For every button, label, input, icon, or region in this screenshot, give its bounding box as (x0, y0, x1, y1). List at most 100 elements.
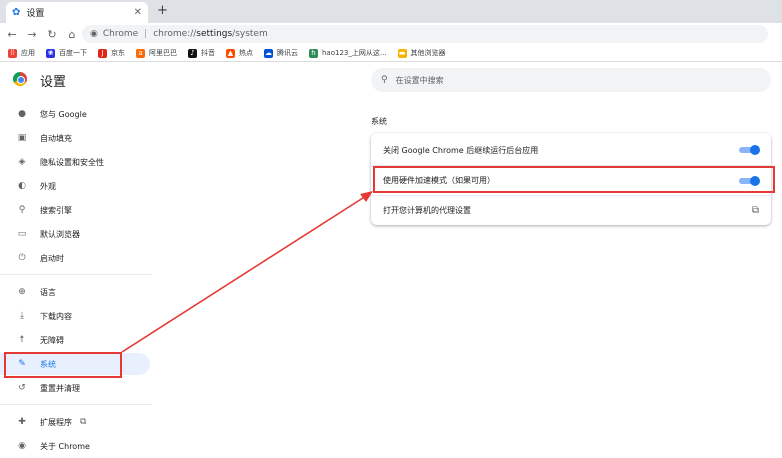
shield-icon: ◈ (18, 157, 26, 167)
reset-icon: ↺ (18, 383, 26, 393)
url-text: chrome://settings/system (153, 29, 268, 39)
close-icon[interactable]: ✕ (134, 7, 142, 18)
highlight-box-system (4, 352, 122, 378)
sidebar-item-autofill[interactable]: ▣ 自动填充 (0, 127, 150, 149)
sidebar-item-label: 扩展程序 (40, 417, 72, 427)
toolbar: ← → ↻ ⌂ ◉ Chrome | chrome://settings/sys… (0, 23, 782, 45)
sidebar-item-extensions[interactable]: ✚ 扩展程序 ⧉ (0, 411, 150, 433)
background-apps-toggle[interactable] (739, 145, 760, 155)
proxy-settings-row[interactable]: 打开您计算机的代理设置 ⧉ (371, 195, 771, 225)
sidebar-item-default-browser[interactable]: ▭ 默认浏览器 (0, 223, 150, 245)
power-icon: ⏻ (18, 253, 26, 263)
person-icon: ● (18, 109, 26, 119)
url-suffix: /system (232, 29, 268, 39)
jd-icon: J (98, 48, 107, 58)
sidebar-item-on-startup[interactable]: ⏻ 启动时 (0, 247, 150, 269)
settings-search-input[interactable]: ⚲ 在设置中搜索 (371, 68, 771, 92)
bookmark-label: 其他浏览器 (410, 49, 446, 57)
bookmark-label: 京东 (111, 49, 125, 57)
address-bar[interactable]: ◉ Chrome | chrome://settings/system (82, 25, 768, 43)
url-path: settings (196, 29, 233, 39)
clipboard-icon: ▣ (17, 133, 27, 143)
sidebar-item-label: 默认浏览器 (40, 229, 80, 239)
bookmark-alibaba[interactable]: a 阿里巴巴 (136, 48, 177, 58)
open-external-icon: ⧉ (80, 417, 87, 427)
sidebar-item-label: 您与 Google (40, 109, 87, 119)
chrome-icon: ◉ (90, 29, 98, 39)
tab-settings[interactable]: ✿ 设置 ✕ (6, 2, 148, 23)
background-apps-row[interactable]: 关闭 Google Chrome 后继续运行后台应用 (371, 135, 771, 165)
toggle-knob (750, 145, 760, 155)
apps-icon: ⠿ (8, 48, 17, 58)
sidebar-item-label: 无障碍 (40, 335, 64, 345)
tab-strip: ✿ 设置 ✕ + (0, 0, 782, 23)
section-title: 系统 (371, 117, 387, 126)
sidebar-item-label: 下载内容 (40, 311, 72, 321)
flame-icon: ▲ (226, 48, 235, 58)
bookmark-label: 热点 (239, 49, 253, 57)
sidebar-item-languages[interactable]: ⊕ 语言 (0, 281, 150, 303)
bookmark-label: 阿里巴巴 (149, 49, 177, 57)
sidebar-divider (0, 404, 152, 405)
bookmarks-bar: ⠿ 应用 ❀ 百度一下 J 京东 a 阿里巴巴 ♪ 抖音 ▲ 热点 ☁ 腾讯云 h hao123… (0, 45, 782, 62)
bookmark-label: hao123_上网从这... (322, 49, 387, 57)
folder-icon: ▬ (397, 48, 407, 58)
bookmark-apps[interactable]: ⠿ 应用 (8, 48, 35, 58)
download-icon: ⤓ (20, 311, 24, 321)
site-label: Chrome (102, 29, 139, 39)
douyin-icon: ♪ (188, 48, 197, 58)
sidebar-item-label: 隐私设置和安全性 (40, 157, 104, 167)
search-icon: ⚲ (18, 205, 26, 215)
browser-icon: ▭ (17, 229, 27, 239)
sidebar-item-label: 启动时 (40, 253, 64, 263)
bookmark-label: 百度一下 (59, 49, 87, 57)
bookmark-folder-other[interactable]: ▬ 其他浏览器 (397, 48, 446, 58)
home-icon[interactable]: ⌂ (64, 28, 80, 41)
sidebar-item-label: 语言 (40, 287, 56, 297)
back-icon[interactable]: ← (4, 28, 20, 41)
bookmark-hao123[interactable]: h hao123_上网从这... (309, 48, 387, 58)
new-tab-button[interactable]: + (157, 3, 168, 18)
sidebar-item-label: 自动填充 (40, 133, 72, 143)
bookmark-baidu[interactable]: ❀ 百度一下 (46, 48, 87, 58)
open-external-icon[interactable]: ⧉ (752, 205, 759, 216)
sidebar-item-label: 搜索引擎 (40, 205, 72, 215)
sidebar-item-label: 关于 Chrome (40, 441, 90, 451)
search-placeholder: 在设置中搜索 (395, 75, 444, 85)
sidebar-item-accessibility[interactable]: ☨ 无障碍 (0, 329, 150, 351)
chrome-logo-icon (13, 72, 27, 86)
bookmark-label: 抖音 (201, 49, 215, 57)
alibaba-icon: a (136, 48, 145, 58)
bookmark-jd[interactable]: J 京东 (98, 48, 125, 58)
sidebar-item-about-chrome[interactable]: ◉ 关于 Chrome (0, 435, 150, 457)
sidebar-item-downloads[interactable]: ⤓ 下载内容 (0, 305, 150, 327)
gear-icon: ✿ (12, 7, 21, 18)
reload-icon[interactable]: ↻ (44, 28, 60, 41)
row-label: 打开您计算机的代理设置 (383, 206, 471, 215)
sidebar-item-search-engine[interactable]: ⚲ 搜索引擎 (0, 199, 150, 221)
bookmark-tencent-cloud[interactable]: ☁ 腾讯云 (264, 48, 298, 58)
sidebar-item-you-and-google[interactable]: ● 您与 Google (0, 103, 150, 125)
bookmark-douyin[interactable]: ♪ 抖音 (188, 48, 215, 58)
page-title: 设置 (40, 75, 67, 90)
puzzle-icon: ✚ (18, 417, 26, 427)
accessibility-icon: ☨ (19, 335, 25, 345)
settings-header: 设置 ⚲ 在设置中搜索 (0, 62, 782, 96)
highlight-box-hardware-acceleration (373, 166, 775, 193)
cloud-icon: ☁ (264, 48, 273, 58)
sidebar-item-appearance[interactable]: ◐ 外观 (0, 175, 150, 197)
hao123-icon: h (309, 48, 318, 58)
url-prefix: chrome:// (153, 29, 197, 39)
bookmark-label: 腾讯云 (277, 49, 298, 57)
sidebar-item-reset[interactable]: ↺ 重置并清理 (0, 377, 150, 399)
sidebar-item-label: 重置并清理 (40, 383, 80, 393)
sidebar-item-label: 外观 (40, 181, 56, 191)
bookmark-hot[interactable]: ▲ 热点 (226, 48, 253, 58)
search-icon: ⚲ (381, 75, 388, 85)
sidebar-item-privacy[interactable]: ◈ 隐私设置和安全性 (0, 151, 150, 173)
forward-icon[interactable]: → (24, 28, 40, 41)
sidebar-divider (0, 274, 152, 275)
chrome-icon: ◉ (18, 441, 26, 451)
row-label: 关闭 Google Chrome 后继续运行后台应用 (383, 145, 539, 155)
arrow-line (121, 195, 367, 353)
